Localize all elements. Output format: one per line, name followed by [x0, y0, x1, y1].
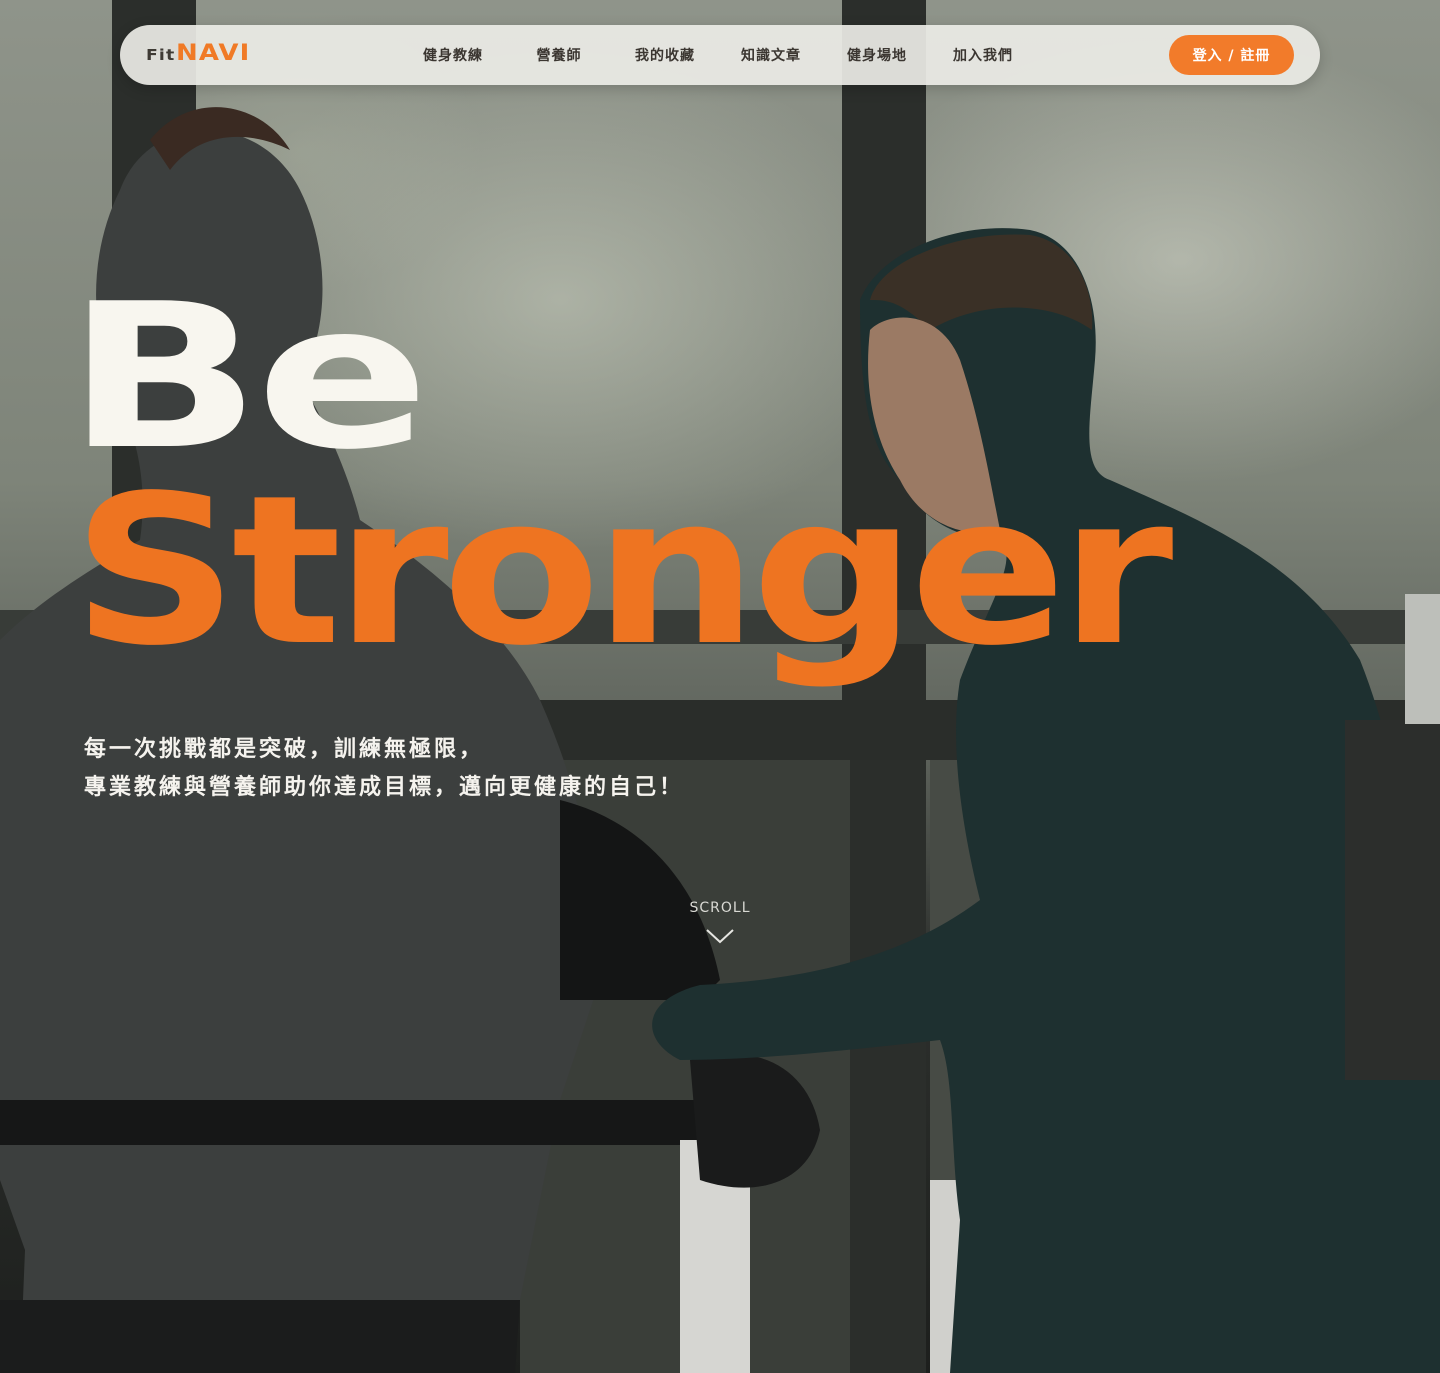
- hero-subtitle-line2: 專業教練與營養師助你達成目標，邁向更健康的自己！: [84, 775, 685, 800]
- nav-item-join-us[interactable]: 加入我們: [930, 45, 1036, 65]
- nav-menu: 健身教練 營養師 我的收藏 知識文章 健身場地 加入我們: [400, 25, 1036, 85]
- nav-item-nutritionists[interactable]: 營養師: [506, 45, 612, 65]
- nav-item-articles[interactable]: 知識文章: [718, 45, 824, 65]
- nav-item-venues[interactable]: 健身場地: [824, 45, 930, 65]
- nav-item-trainers[interactable]: 健身教練: [400, 45, 506, 65]
- scroll-indicator[interactable]: SCROLL: [670, 900, 770, 944]
- hero-headline-line2: Stronger: [72, 451, 1173, 691]
- hero-headline-line1: Be: [66, 261, 430, 494]
- hero-subtitle-line1: 每一次挑戰都是突破，訓練無極限，: [84, 737, 485, 762]
- hero-subtitle: 每一次挑戰都是突破，訓練無極限， 專業教練與營養師助你達成目標，邁向更健康的自己…: [84, 731, 684, 807]
- brand-logo[interactable]: Fit NAVI: [146, 41, 249, 71]
- chevron-down-icon: [706, 929, 734, 944]
- logo-text-navi: NAVI: [175, 41, 251, 66]
- logo-text-fit: Fit: [146, 46, 176, 64]
- scroll-label: SCROLL: [689, 900, 751, 916]
- nav-item-favorites[interactable]: 我的收藏: [612, 45, 718, 65]
- main-navbar: Fit NAVI 健身教練 營養師 我的收藏 知識文章 健身場地 加入我們 登入…: [120, 25, 1320, 85]
- login-register-button[interactable]: 登入 / 註冊: [1169, 35, 1294, 75]
